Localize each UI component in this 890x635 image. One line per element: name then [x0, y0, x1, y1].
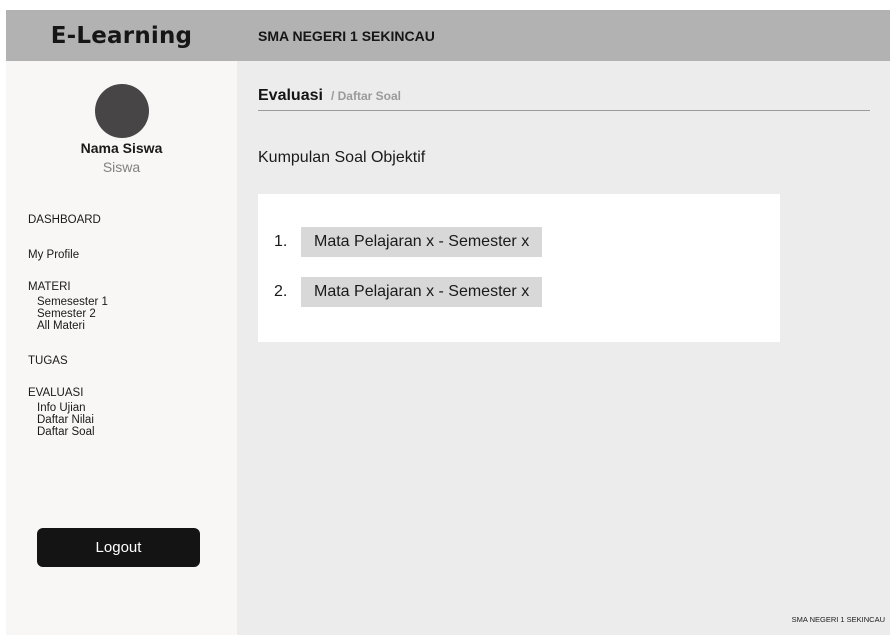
- nav-my-profile[interactable]: My Profile: [28, 249, 79, 261]
- subject-semester-button[interactable]: Mata Pelajaran x - Semester x: [301, 277, 543, 307]
- subject-semester-button[interactable]: Mata Pelajaran x - Semester x: [301, 227, 543, 257]
- footer-school-name: SMA NEGERI 1 SEKINCAU: [791, 615, 885, 624]
- user-role: Siswa: [102, 159, 141, 175]
- app-brand: E-Learning: [50, 22, 193, 49]
- nav-materi-semester-1[interactable]: Semesester 1: [37, 296, 108, 308]
- list-item: 1. Mata Pelajaran x - Semester x: [274, 227, 543, 257]
- user-name: Nama Siswa: [80, 140, 163, 156]
- list-item-number: 2.: [274, 283, 288, 300]
- title-divider: [258, 110, 870, 111]
- list-item: 2. Mata Pelajaran x - Semester x: [274, 277, 543, 307]
- section-title: Kumpulan Soal Objektif: [258, 149, 426, 166]
- main-content: Evaluasi / Daftar Soal Kumpulan Soal Obje…: [237, 61, 890, 635]
- avatar: [95, 84, 149, 138]
- nav-materi-semester-2[interactable]: Semester 2: [37, 308, 96, 320]
- nav-evaluasi-info-ujian[interactable]: Info Ujian: [37, 402, 86, 414]
- question-list-panel: 1. Mata Pelajaran x - Semester x 2. Mata…: [258, 194, 780, 342]
- nav-evaluasi-daftar-nilai[interactable]: Daftar Nilai: [37, 414, 94, 426]
- app-frame: E-Learning SMA NEGERI 1 SEKINCAU Nama Si…: [0, 0, 890, 635]
- logout-button[interactable]: Logout: [37, 528, 200, 567]
- nav-dashboard[interactable]: DASHBOARD: [28, 214, 101, 226]
- nav-evaluasi[interactable]: EVALUASI: [28, 387, 83, 399]
- nav-materi[interactable]: MATERI: [28, 281, 71, 293]
- list-item-number: 1.: [274, 233, 288, 250]
- top-header: E-Learning SMA NEGERI 1 SEKINCAU: [6, 10, 890, 61]
- nav-tugas[interactable]: TUGAS: [28, 355, 68, 367]
- breadcrumb-current[interactable]: / Daftar Soal: [331, 89, 401, 103]
- page-title: Evaluasi: [258, 87, 323, 104]
- nav-materi-all[interactable]: All Materi: [37, 320, 85, 332]
- school-name: SMA NEGERI 1 SEKINCAU: [258, 27, 435, 44]
- breadcrumb: Evaluasi / Daftar Soal: [258, 87, 401, 105]
- sidebar: Nama Siswa Siswa DASHBOARD My Profile MA…: [6, 61, 237, 635]
- nav-evaluasi-daftar-soal[interactable]: Daftar Soal: [37, 426, 95, 438]
